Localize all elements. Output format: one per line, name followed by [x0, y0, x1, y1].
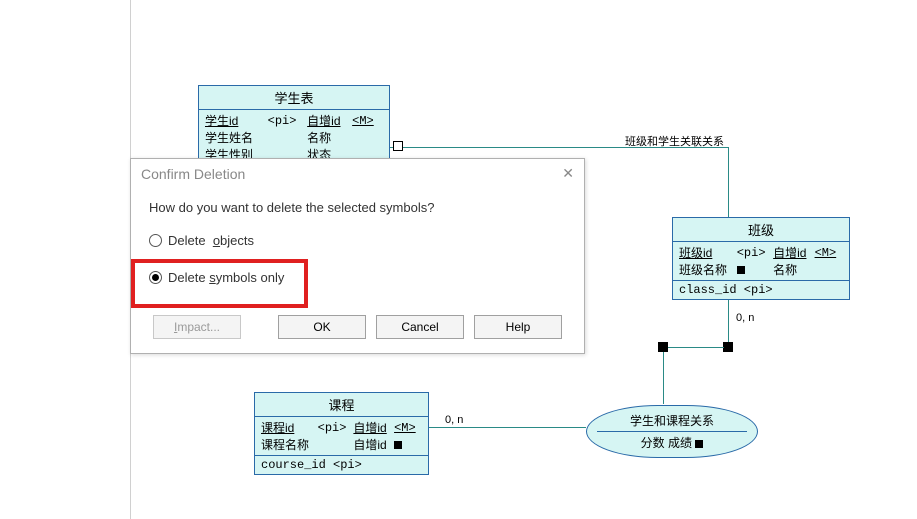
- connector-card: 0, n: [445, 414, 463, 426]
- relation-student-course[interactable]: 学生和课程关系 分数 成绩: [586, 405, 758, 458]
- connector-line: [663, 348, 664, 404]
- connector-line: [429, 427, 586, 428]
- confirm-deletion-dialog: Confirm Deletion ✕ How do you want to de…: [130, 158, 585, 354]
- ok-button[interactable]: OK: [278, 315, 366, 339]
- dialog-title: Confirm Deletion: [141, 166, 245, 182]
- connector-line: [728, 300, 729, 347]
- entity-class-pk: class_id <pi>: [673, 280, 849, 299]
- entity-class-title: 班级: [673, 218, 849, 242]
- entity-student-title: 学生表: [199, 86, 389, 110]
- close-icon[interactable]: ✕: [562, 165, 574, 182]
- radio-label: Delete symbols only: [168, 270, 284, 285]
- entity-course-title: 课程: [255, 393, 428, 417]
- relation-title: 学生和课程关系: [597, 412, 747, 432]
- entity-course-pk: course_id <pi>: [255, 455, 428, 474]
- dialog-message: How do you want to delete the selected s…: [149, 200, 566, 215]
- help-button[interactable]: Help: [474, 315, 562, 339]
- entity-course[interactable]: 课程 课程id <pi> 自增id <M> 课程名称 自增id course_i…: [254, 392, 429, 475]
- connector-node: [658, 342, 668, 352]
- radio-icon: [149, 234, 162, 247]
- radio-label: Delete objects: [168, 233, 254, 248]
- connector-endpoint: [393, 141, 403, 151]
- entity-class-body: 班级id <pi> 自增id <M> 班级名称 名称: [673, 242, 849, 280]
- radio-delete-objects[interactable]: Delete objects: [149, 233, 566, 248]
- connector-card: 0, n: [736, 312, 754, 324]
- connector-node: [723, 342, 733, 352]
- connector-label-class: 班级和学生关联关系: [625, 133, 724, 149]
- dialog-titlebar[interactable]: Confirm Deletion ✕: [131, 159, 584, 188]
- connector-line: [728, 147, 729, 217]
- entity-class[interactable]: 班级 班级id <pi> 自增id <M> 班级名称 名称 class_id <…: [672, 217, 850, 300]
- relation-attrs: 分数 成绩: [607, 434, 737, 451]
- cancel-button[interactable]: Cancel: [376, 315, 464, 339]
- impact-button: Impact...: [153, 315, 241, 339]
- entity-student[interactable]: 学生表 学生id <pi> 自增id <M> 学生姓名 名称 学生性别 状态: [198, 85, 390, 166]
- radio-delete-symbols[interactable]: Delete symbols only: [149, 270, 566, 285]
- entity-student-body: 学生id <pi> 自增id <M> 学生姓名 名称 学生性别 状态: [199, 110, 389, 165]
- entity-course-body: 课程id <pi> 自增id <M> 课程名称 自增id: [255, 417, 428, 455]
- radio-icon: [149, 271, 162, 284]
- connector-line: [668, 347, 724, 348]
